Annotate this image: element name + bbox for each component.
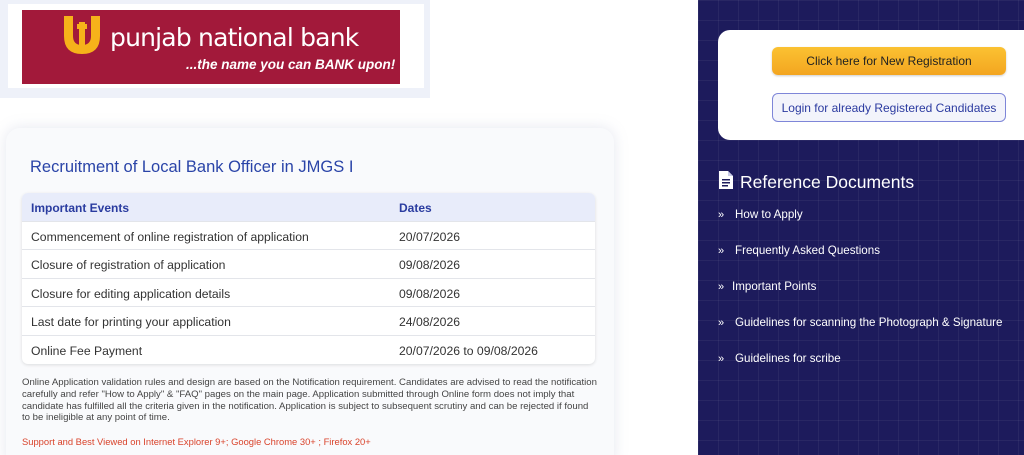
chevron-right-icon: » [718,281,725,293]
table-row: Closure of registration of application 0… [22,250,595,279]
pnb-emblem-icon [64,16,100,54]
table-header-row: Important Events Dates [22,193,595,222]
link-faq[interactable]: » Frequently Asked Questions [718,244,880,257]
bank-name: punjab national bank [110,23,359,52]
link-how-to-apply[interactable]: » How to Apply [718,208,803,221]
event-date: 24/08/2026 [399,315,460,329]
event-name: Closure for editing application details [31,286,231,301]
event-date: 09/08/2026 [399,286,460,301]
event-name: Closure of registration of application [31,258,226,272]
event-name: Online Fee Payment [31,343,143,358]
column-header-events: Important Events [31,201,130,215]
link-important-points[interactable]: » Important Points [718,280,816,293]
table-row: Online Fee Payment 20/07/2026 to 09/08/2… [22,336,595,365]
chevron-right-icon: » [718,317,725,329]
validation-note: Online Application validation rules and … [22,377,597,424]
bank-logo: punjab national bank ...the name you can… [22,10,400,84]
event-name: Last date for printing your application [31,315,231,329]
table-row: Closure for editing application details … [22,279,595,307]
document-icon [719,171,733,189]
event-date: 20/07/2026 to 09/08/2026 [399,343,538,358]
event-name: Commencement of online registration of a… [31,229,309,244]
chevron-right-icon: » [718,245,725,257]
chevron-right-icon: » [718,353,725,365]
bank-tagline: ...the name you can BANK upon! [186,57,396,72]
important-events-table: Important Events Dates Commencement of o… [22,193,595,364]
table-row: Last date for printing your application … [22,307,595,336]
chevron-right-icon: » [718,209,725,221]
browser-support-note: Support and Best Viewed on Internet Expl… [22,436,371,447]
link-photo-signature-guidelines[interactable]: » Guidelines for scanning the Photograph … [718,316,1002,329]
new-registration-button[interactable]: Click here for New Registration [772,47,1006,75]
page-title: Recruitment of Local Bank Officer in JMG… [30,158,354,176]
login-button[interactable]: Login for already Registered Candidates [772,93,1006,122]
reference-documents-title: Reference Documents [740,172,915,192]
table-row: Commencement of online registration of a… [22,222,595,250]
column-header-dates: Dates [399,201,432,215]
event-date: 20/07/2026 [399,229,460,244]
link-scribe-guidelines[interactable]: » Guidelines for scribe [718,352,841,365]
event-date: 09/08/2026 [399,258,460,272]
